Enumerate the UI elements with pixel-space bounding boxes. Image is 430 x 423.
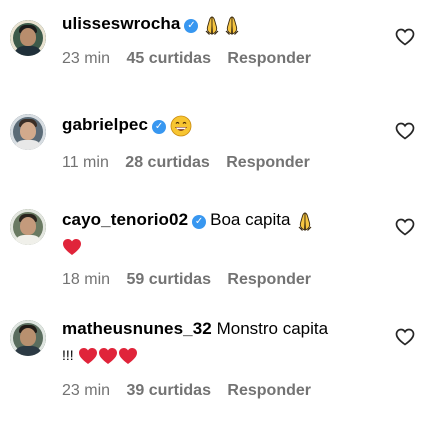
reply-button[interactable]: Responder: [227, 271, 311, 288]
username[interactable]: ulisseswrocha: [62, 14, 180, 33]
comment-text-continued: !!!: [62, 347, 74, 363]
grinning-face-icon: [170, 115, 192, 137]
reply-button[interactable]: Responder: [227, 50, 311, 67]
comment-meta: 23 min 45 curtidas Responder: [62, 48, 380, 70]
red-heart-icon: [98, 347, 118, 365]
comment-meta: 23 min 39 curtidas Responder: [62, 380, 380, 402]
comment-line: gabrielpec ✓: [62, 112, 380, 138]
comment-line: ulisseswrocha ✓: [62, 11, 380, 37]
avatar[interactable]: [10, 320, 46, 356]
like-heart-icon[interactable]: [394, 216, 416, 238]
reply-button[interactable]: Responder: [226, 154, 310, 171]
likes-count[interactable]: 45 curtidas: [126, 50, 210, 67]
verified-badge-icon: ✓: [152, 120, 167, 134]
comment-time: 11 min: [62, 154, 109, 171]
reply-button[interactable]: Responder: [227, 382, 311, 399]
username[interactable]: matheusnunes_32: [62, 319, 212, 338]
comment-time: 18 min: [62, 271, 111, 288]
comment-meta: 11 min 28 curtidas Responder: [62, 152, 380, 174]
likes-count[interactable]: 59 curtidas: [126, 271, 210, 288]
comment-text: Monstro capita: [216, 319, 329, 338]
red-heart-icon: [78, 347, 98, 365]
praying-hands-icon: [295, 211, 315, 231]
comment-text: Boa capita: [210, 210, 291, 229]
avatar[interactable]: [10, 209, 46, 245]
red-heart-icon: [62, 238, 82, 256]
verified-badge-icon: ✓: [192, 215, 207, 229]
likes-count[interactable]: 39 curtidas: [126, 382, 210, 399]
likes-count[interactable]: 28 curtidas: [125, 154, 209, 171]
comment-line: [62, 233, 380, 259]
praying-hands-icon: [202, 15, 222, 35]
like-heart-icon[interactable]: [394, 326, 416, 348]
comment-time: 23 min: [62, 50, 111, 67]
username[interactable]: cayo_tenorio02: [62, 210, 188, 229]
verified-badge-icon: ✓: [184, 19, 199, 33]
comment-time: 23 min: [62, 382, 111, 399]
avatar[interactable]: [10, 20, 46, 56]
praying-hands-icon: [222, 15, 242, 35]
red-heart-icon: [118, 347, 138, 365]
avatar[interactable]: [10, 114, 46, 150]
username[interactable]: gabrielpec: [62, 115, 148, 134]
like-heart-icon[interactable]: [394, 120, 416, 142]
comment-line: cayo_tenorio02 ✓ Boa capita: [62, 207, 380, 233]
comment-meta: 18 min 59 curtidas Responder: [62, 269, 380, 291]
comment-line: !!!: [62, 342, 380, 368]
comment-line: matheusnunes_32 Monstro capita: [62, 316, 380, 342]
like-heart-icon[interactable]: [394, 26, 416, 48]
